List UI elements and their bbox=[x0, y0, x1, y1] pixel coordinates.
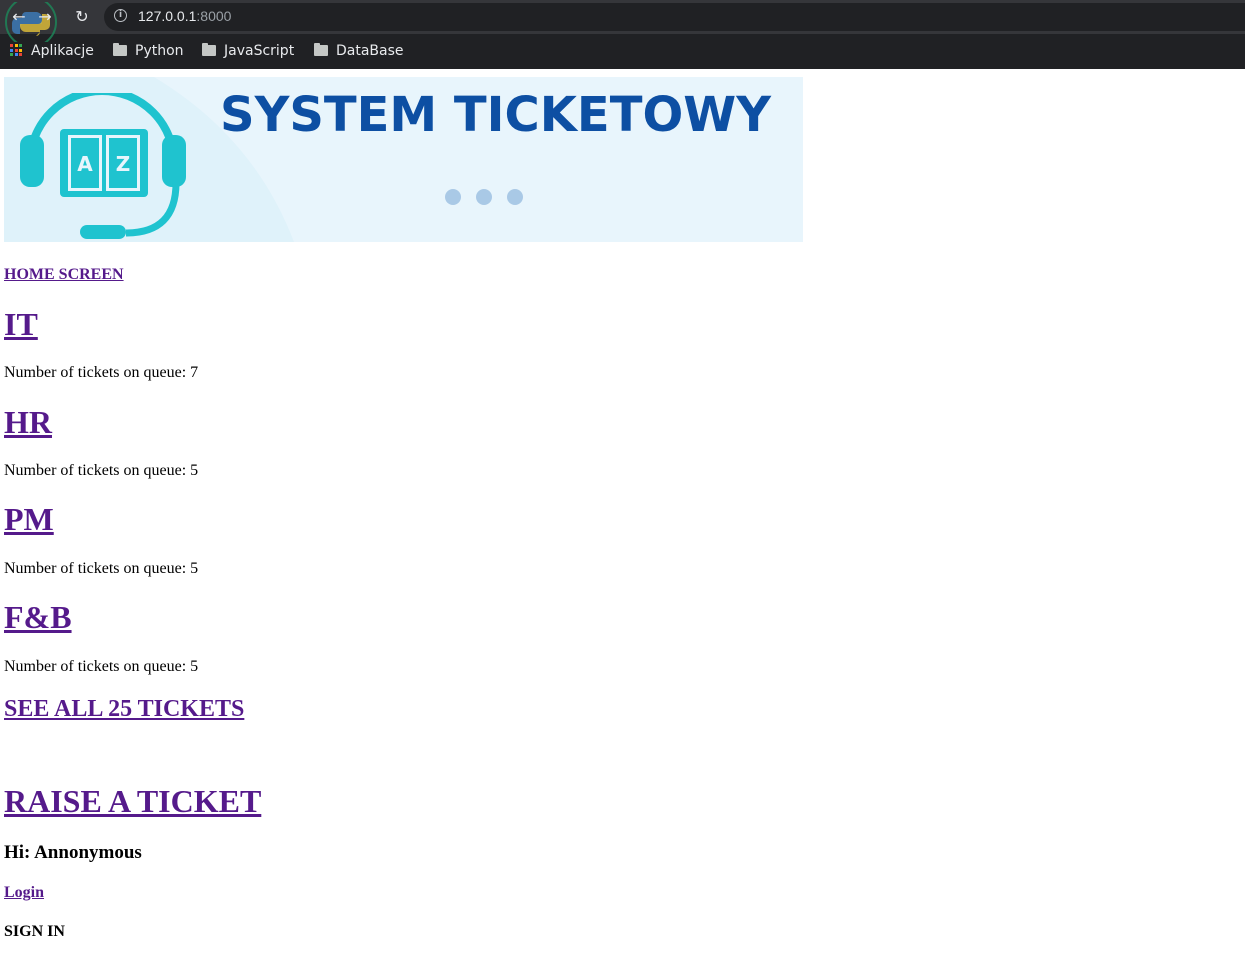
department-link-fb[interactable]: F&B bbox=[4, 599, 72, 636]
queue-count-it: Number of tickets on queue: 7 bbox=[4, 364, 199, 381]
department-link-pm[interactable]: PM bbox=[4, 501, 54, 538]
queue-count-fb: Number of tickets on queue: 5 bbox=[4, 658, 199, 675]
login-link[interactable]: Login bbox=[4, 884, 44, 902]
headset-book-icon: A Z bbox=[20, 93, 186, 239]
url-port: :8000 bbox=[196, 8, 232, 24]
banner-title: SYSTEM TICKETOWY bbox=[220, 87, 771, 143]
queue-count-pm: Number of tickets on queue: 5 bbox=[4, 560, 199, 577]
folder-icon bbox=[113, 43, 127, 56]
department-link-hr[interactable]: HR bbox=[4, 404, 52, 441]
browser-chrome: ← → ↻ i 127.0.0.1:8000 Aplikacje Python … bbox=[0, 0, 1245, 69]
folder-icon bbox=[202, 43, 216, 56]
folder-icon bbox=[314, 43, 328, 56]
see-all-tickets-link[interactable]: SEE ALL 25 TICKETS bbox=[4, 696, 244, 723]
user-greeting: Hi: Annonymous bbox=[4, 842, 142, 863]
bookmark-python[interactable]: Python bbox=[113, 41, 184, 61]
url-text[interactable]: 127.0.0.1:8000 bbox=[138, 8, 231, 25]
bookmark-label: JavaScript bbox=[224, 43, 295, 59]
bookmark-aplikacje[interactable]: Aplikacje bbox=[10, 41, 94, 61]
banner-dot bbox=[476, 189, 492, 205]
bookmark-label: Aplikacje bbox=[31, 43, 94, 59]
bookmark-label: Python bbox=[135, 43, 184, 59]
bookmark-javascript[interactable]: JavaScript bbox=[202, 41, 294, 61]
book-letter-a: A bbox=[77, 152, 93, 176]
reload-button[interactable]: ↻ bbox=[69, 5, 95, 29]
queue-count-hr: Number of tickets on queue: 5 bbox=[4, 462, 199, 479]
bookmark-database[interactable]: DataBase bbox=[314, 41, 404, 61]
home-screen-link[interactable]: HOME SCREEN bbox=[4, 266, 124, 284]
bookmark-label: DataBase bbox=[336, 43, 404, 59]
raise-ticket-link[interactable]: RAISE A TICKET bbox=[4, 783, 261, 820]
site-info-icon[interactable]: i bbox=[114, 9, 127, 22]
address-bar[interactable] bbox=[104, 3, 1245, 31]
forward-button[interactable]: → bbox=[32, 5, 58, 29]
department-link-it[interactable]: IT bbox=[4, 306, 38, 343]
back-button[interactable]: ← bbox=[6, 5, 32, 29]
sign-in-heading: SIGN IN bbox=[4, 923, 65, 940]
bookmarks-bar: Aplikacje Python JavaScript DataBase bbox=[0, 36, 1245, 66]
banner-dot bbox=[445, 189, 461, 205]
url-host: 127.0.0.1 bbox=[138, 8, 197, 24]
book-letter-z: Z bbox=[116, 152, 131, 176]
banner-dot bbox=[507, 189, 523, 205]
apps-grid-icon bbox=[10, 44, 22, 56]
banner-image: A Z SYSTEM TICKETOWY bbox=[4, 77, 803, 242]
